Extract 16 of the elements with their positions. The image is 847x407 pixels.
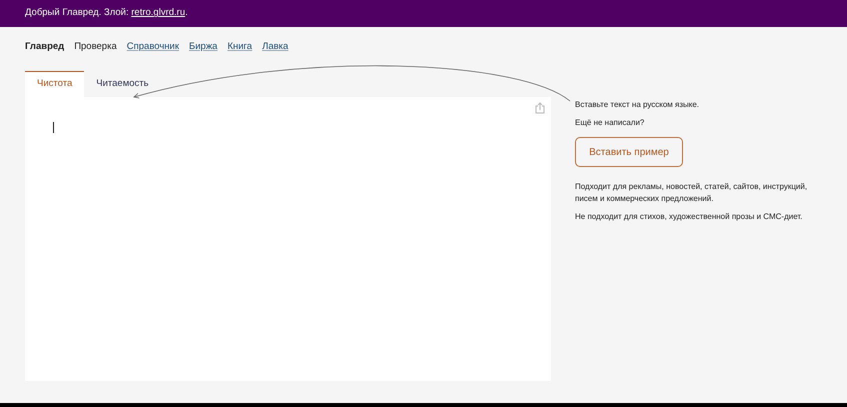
note-text: Не подходит для стихов, художественной прозы и СМС-диет. xyxy=(575,211,804,223)
question-text: Ещё не написали? xyxy=(575,117,646,129)
text-editor[interactable] xyxy=(25,97,551,381)
hint-text: Вставьте текст на русском языке. xyxy=(575,99,700,111)
tab[interactable]: Чистота xyxy=(25,71,84,97)
nav-item[interactable]: Лавка xyxy=(262,40,288,67)
text-cursor xyxy=(53,122,54,133)
share-icon[interactable] xyxy=(535,102,545,114)
tab[interactable]: Читаемость xyxy=(84,71,161,97)
nav-item[interactable]: Биржа xyxy=(189,40,218,67)
paste-example-button[interactable]: Вставить пример xyxy=(575,137,683,167)
welcome-text: Добрый Главред. Злой: retro.glvrd.ru. xyxy=(25,6,188,20)
note-text: Подходит для рекламы, новостей, статей, сайтов, инструкций, писем и коммерческих предложений. xyxy=(575,181,808,205)
nav-item[interactable]: Справочник xyxy=(126,40,179,67)
nav-item[interactable]: Книга xyxy=(227,40,252,67)
site-link[interactable]: retro.glvrd.ru xyxy=(131,7,186,18)
